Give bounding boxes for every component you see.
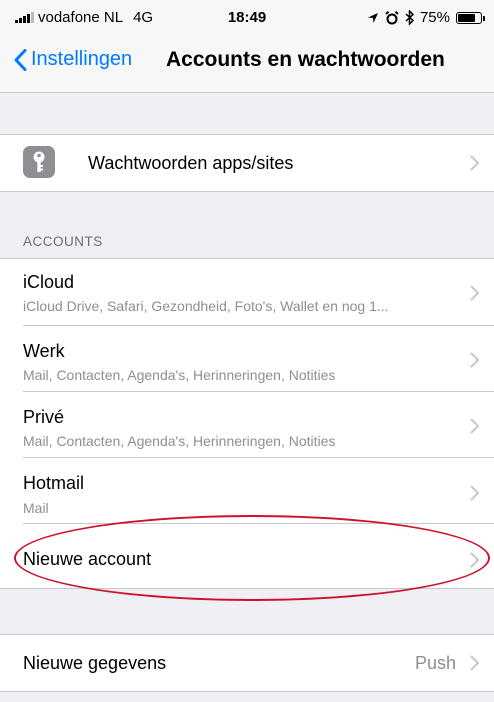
back-button[interactable]: Instellingen [14,48,132,71]
account-title: Werk [23,341,65,361]
page-title: Accounts en wachtwoorden [166,48,445,71]
status-right: 75% [367,9,485,26]
fetch-data-label: Nieuwe gegevens [23,653,167,673]
chevron-right-icon [470,655,480,671]
chevron-right-icon [470,155,480,171]
back-button-label: Instellingen [31,48,133,70]
battery-icon [456,11,485,24]
account-subtitle: Mail, Contacten, Agenda's, Herinneringen… [23,367,336,383]
account-title: Privé [23,407,65,427]
status-bar: vodafone NL 4G 18:49 75% [0,0,494,36]
account-subtitle: iCloud Drive, Safari, Gezondheid, Foto's… [23,298,389,314]
bluetooth-icon [405,10,414,25]
section-header-accounts: ACCOUNTS [23,234,103,249]
divider [0,191,494,192]
chevron-right-icon [470,352,480,368]
account-subtitle: Mail [23,500,49,516]
passwords-row-label: Wachtwoorden apps/sites [88,153,294,173]
chevron-right-icon [470,285,480,301]
account-row-icloud[interactable] [0,259,494,325]
account-title: Hotmail [23,473,85,493]
alarm-icon [385,10,399,24]
key-icon [23,146,55,178]
location-icon [367,12,378,23]
chevron-right-icon [470,485,480,501]
highlight-ellipse [14,515,490,601]
fetch-data-value: Push [414,653,456,673]
account-subtitle: Mail, Contacten, Agenda's, Herinneringen… [23,433,336,449]
navigation-bar: Instellingen Accounts en wachtwoorden [0,36,494,93]
chevron-right-icon [470,418,480,434]
chevron-left-icon [14,48,27,71]
account-title: iCloud [23,272,75,292]
divider [0,691,494,692]
battery-percent: 75% [419,9,450,26]
